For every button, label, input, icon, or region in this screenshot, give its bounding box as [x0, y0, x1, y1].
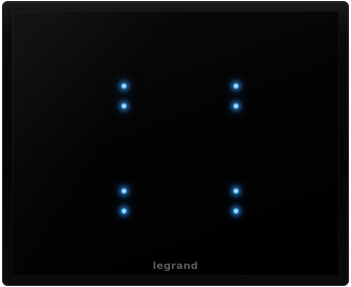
led-indicator-icon — [121, 83, 127, 89]
touch-key-bottom-left[interactable] — [104, 176, 144, 232]
led-indicator-icon — [121, 188, 127, 194]
touch-key-top-right[interactable] — [216, 71, 256, 127]
led-indicator-icon — [233, 208, 239, 214]
led-indicator-icon — [233, 103, 239, 109]
touch-key-top-left[interactable] — [104, 71, 144, 127]
led-indicator-icon — [121, 103, 127, 109]
led-indicator-icon — [233, 83, 239, 89]
glass-plate — [12, 11, 339, 276]
led-indicator-icon — [121, 208, 127, 214]
touch-switch-panel: legrand — [2, 1, 349, 286]
touch-key-bottom-right[interactable] — [216, 176, 256, 232]
led-indicator-icon — [233, 188, 239, 194]
brand-logo: legrand — [152, 261, 199, 272]
